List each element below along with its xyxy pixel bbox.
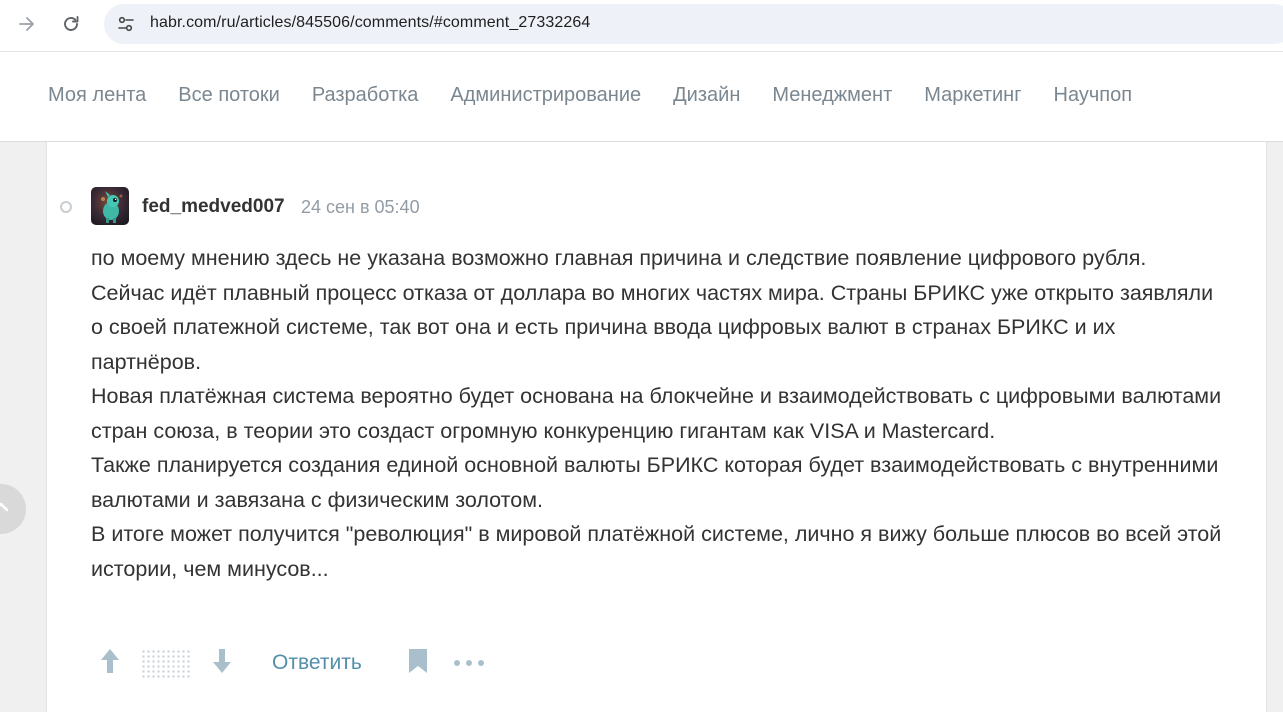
comment-paragraph: Сейчас идёт плавный процесс отказа от до… [91, 280, 1214, 374]
arrow-up-icon [99, 647, 121, 680]
reply-button[interactable]: Ответить [272, 644, 362, 682]
habr-flows-nav: Моя лента Все потоки Разработка Админист… [0, 52, 1283, 142]
arrow-down-icon [211, 647, 233, 680]
chevron-up-icon [0, 496, 12, 523]
comment-paragraph: Также планируется создания единой основн… [91, 453, 1219, 512]
nav-item-popsci[interactable]: Научпоп [1054, 84, 1133, 107]
site-settings-icon[interactable] [116, 14, 136, 34]
browser-toolbar: habr.com/ru/articles/845506/comments/#co… [0, 0, 1283, 52]
reload-icon[interactable] [56, 9, 86, 39]
nav-item-marketing[interactable]: Маркетинг [924, 84, 1021, 107]
downvote-button[interactable] [209, 644, 235, 682]
score-hidden [141, 649, 191, 679]
nav-item-all-flows[interactable]: Все потоки [178, 84, 280, 107]
nav-item-development[interactable]: Разработка [312, 84, 419, 107]
comment-paragraph: В итоге может получится "революция" в ми… [91, 522, 1222, 581]
nav-item-administration[interactable]: Администрирование [450, 84, 641, 107]
url-text[interactable]: habr.com/ru/articles/845506/comments/#co… [150, 14, 590, 32]
bookmark-button[interactable] [407, 644, 429, 682]
nav-item-design[interactable]: Дизайн [673, 84, 740, 107]
address-bar[interactable]: habr.com/ru/articles/845506/comments/#co… [104, 4, 1283, 44]
nav-item-my-feed[interactable]: Моя лента [48, 84, 146, 107]
avatar[interactable] [91, 187, 129, 225]
comment-actions: Ответить [91, 644, 511, 682]
arrow-forward-icon[interactable] [12, 9, 42, 39]
comment-body: по моему мнению здесь не указана возможн… [91, 241, 1231, 586]
nav-item-management[interactable]: Менеджмент [772, 84, 892, 107]
bookmark-icon [408, 648, 428, 679]
comment-author[interactable]: fed_medved007 [142, 196, 285, 218]
comment-thread-dot[interactable] [60, 201, 72, 213]
more-dots-icon [453, 654, 485, 672]
comment-paragraph: по моему мнению здесь не указана возможн… [91, 246, 1147, 270]
more-options-button[interactable] [453, 644, 485, 682]
scroll-to-top-button[interactable] [0, 484, 26, 534]
upvote-button[interactable] [97, 644, 123, 682]
comment-paragraph: Новая платёжная система вероятно будет о… [91, 384, 1222, 443]
comment-timestamp[interactable]: 24 сен в 05:40 [301, 197, 420, 218]
